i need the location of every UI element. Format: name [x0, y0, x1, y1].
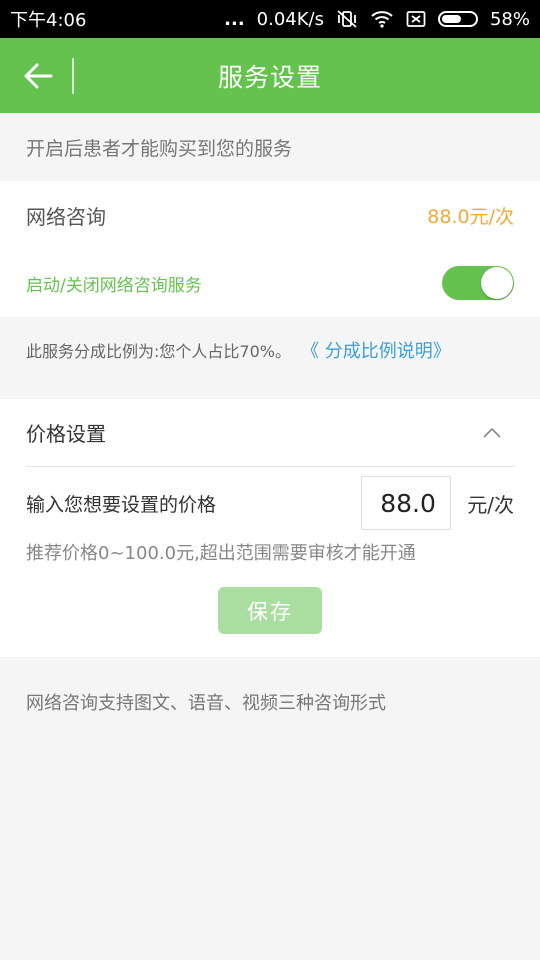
price-unit: 元/次: [467, 492, 514, 517]
status-icons: ... 0.04K/s 58%: [224, 9, 530, 30]
status-bar: 下午4:06 ... 0.04K/s 58%: [0, 0, 540, 38]
price-input-row: 输入您想要设置的价格 元/次: [26, 475, 514, 531]
price-hint: 推荐价格0~100.0元,超出范围需要审核才能开通: [26, 543, 416, 564]
sim-off-icon: [406, 10, 426, 28]
title-divider: [72, 58, 74, 94]
service-price: 88.0元/次: [427, 205, 514, 228]
price-settings-header[interactable]: 价格设置: [26, 399, 514, 467]
service-toggle-row: 启动/关闭网络咨询服务: [26, 249, 514, 317]
status-time: 下午4:06: [10, 10, 87, 31]
status-dots: ...: [224, 8, 245, 30]
chevron-up-icon[interactable]: [482, 423, 502, 443]
footer-note: 网络咨询支持图文、语音、视频三种咨询形式: [26, 693, 386, 714]
price-input[interactable]: [361, 476, 452, 530]
arrow-left-icon: [24, 63, 53, 89]
toggle-knob: [481, 267, 513, 299]
service-toggle-switch[interactable]: [442, 266, 514, 300]
service-notice: 开启后患者才能购买到您的服务: [0, 113, 540, 181]
wifi-icon: [370, 10, 394, 28]
back-button[interactable]: [18, 56, 58, 96]
price-input-label: 输入您想要设置的价格: [26, 493, 217, 516]
battery-percent: 58%: [489, 8, 530, 30]
share-ratio-link[interactable]: 《 分成比例说明》: [301, 337, 451, 363]
battery-icon: [437, 11, 478, 27]
toggle-label: 启动/关闭网络咨询服务: [26, 275, 202, 296]
service-name: 网络咨询: [26, 204, 106, 229]
price-settings-card: 价格设置 输入您想要设置的价格 元/次 推荐价格0~100.0元,超出范围需要审…: [0, 399, 540, 657]
page-title: 服务设置: [217, 62, 322, 92]
share-ratio-text: 此服务分成比例为:您个人占比70%。: [26, 342, 291, 361]
vibrate-off-icon: [336, 9, 358, 29]
status-net-speed: 0.04K/s: [256, 8, 324, 30]
share-ratio: 此服务分成比例为:您个人占比70%。 《 分成比例说明》: [0, 317, 540, 383]
title-bar: 服务设置: [0, 38, 540, 113]
price-settings-title: 价格设置: [26, 422, 106, 446]
service-card: 网络咨询 88.0元/次 启动/关闭网络咨询服务: [0, 181, 540, 317]
service-row: 网络咨询 88.0元/次: [26, 181, 514, 249]
save-button[interactable]: 保存: [218, 587, 322, 634]
